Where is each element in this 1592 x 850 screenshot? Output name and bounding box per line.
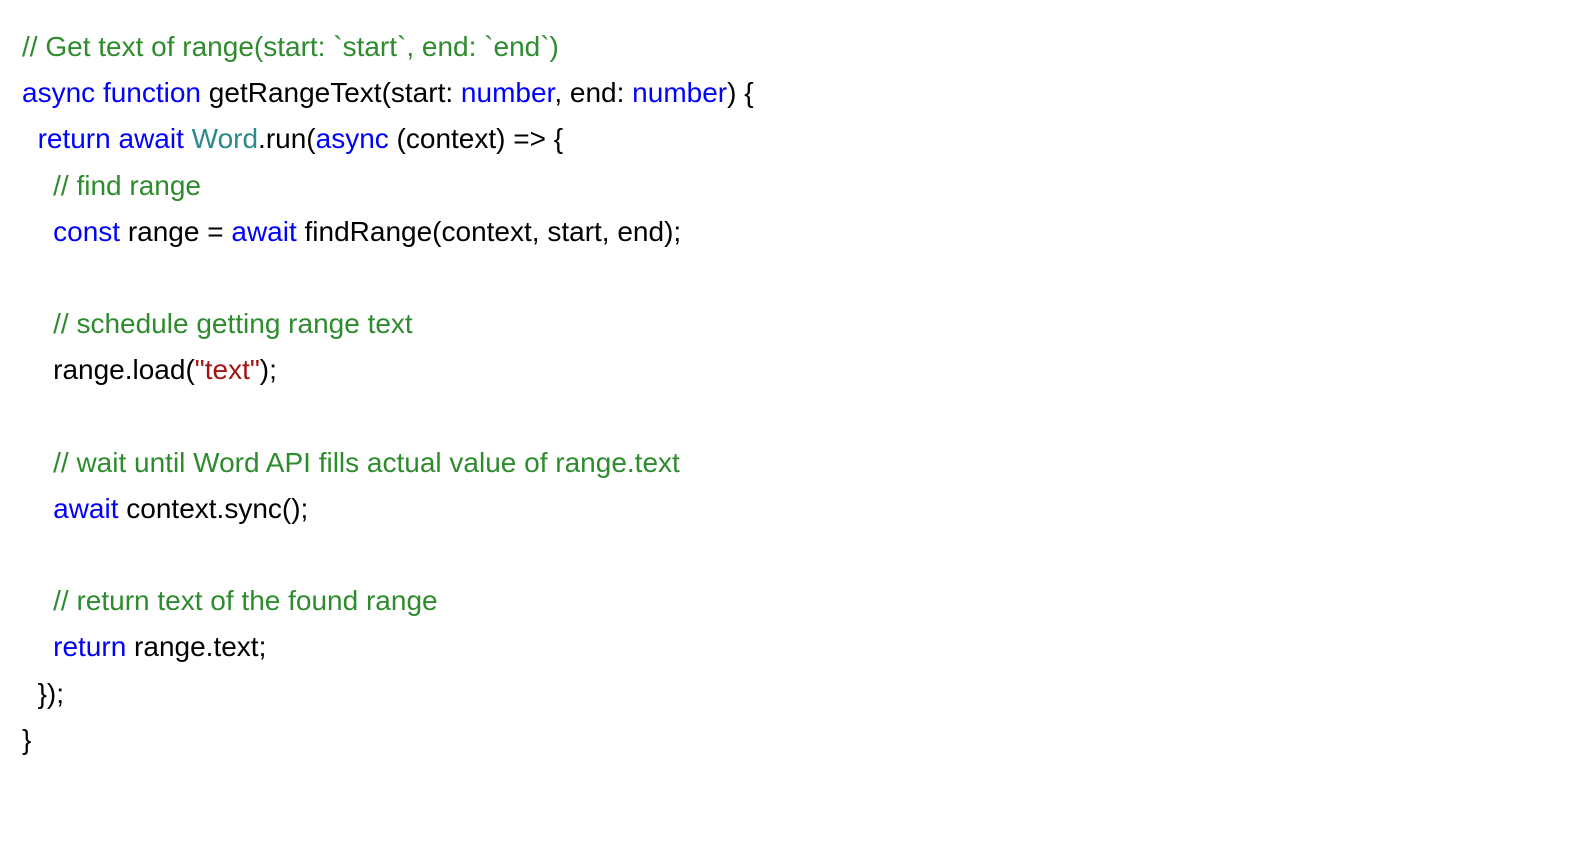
keyword-await: await bbox=[231, 216, 296, 247]
keyword-number: number bbox=[461, 77, 554, 108]
keyword-const: const bbox=[53, 216, 120, 247]
keyword-async: async bbox=[22, 77, 95, 108]
code-line-8: range.load("text"); bbox=[22, 354, 277, 385]
code-line-2: async function getRangeText(start: numbe… bbox=[22, 77, 754, 108]
keyword-function: function bbox=[103, 77, 201, 108]
code-line-4: // find range bbox=[22, 170, 201, 201]
code-snippet: // Get text of range(start: `start`, end… bbox=[22, 24, 1570, 763]
comment-text: // Get text of range(start: `start`, end… bbox=[22, 31, 559, 62]
code-line-16: } bbox=[22, 724, 31, 755]
comment-text: // wait until Word API fills actual valu… bbox=[53, 447, 680, 478]
code-line-10: // wait until Word API fills actual valu… bbox=[22, 447, 680, 478]
keyword-await: await bbox=[53, 493, 118, 524]
string-literal: "text" bbox=[195, 354, 260, 385]
code-line-3: return await Word.run(async (context) =>… bbox=[22, 123, 563, 154]
code-line-5: const range = await findRange(context, s… bbox=[22, 216, 681, 247]
keyword-await: await bbox=[119, 123, 184, 154]
comment-text: // find range bbox=[53, 170, 201, 201]
code-line-11: await context.sync(); bbox=[22, 493, 308, 524]
type-word: Word bbox=[192, 123, 258, 154]
keyword-return: return bbox=[53, 631, 126, 662]
keyword-async: async bbox=[316, 123, 389, 154]
code-line-1: // Get text of range(start: `start`, end… bbox=[22, 31, 559, 62]
comment-text: // schedule getting range text bbox=[53, 308, 413, 339]
code-line-14: return range.text; bbox=[22, 631, 266, 662]
code-line-13: // return text of the found range bbox=[22, 585, 438, 616]
comment-text: // return text of the found range bbox=[53, 585, 437, 616]
function-signature: getRangeText(start: bbox=[201, 77, 461, 108]
code-line-15: }); bbox=[22, 678, 64, 709]
keyword-number: number bbox=[632, 77, 727, 108]
code-line-7: // schedule getting range text bbox=[22, 308, 413, 339]
keyword-return: return bbox=[38, 123, 111, 154]
